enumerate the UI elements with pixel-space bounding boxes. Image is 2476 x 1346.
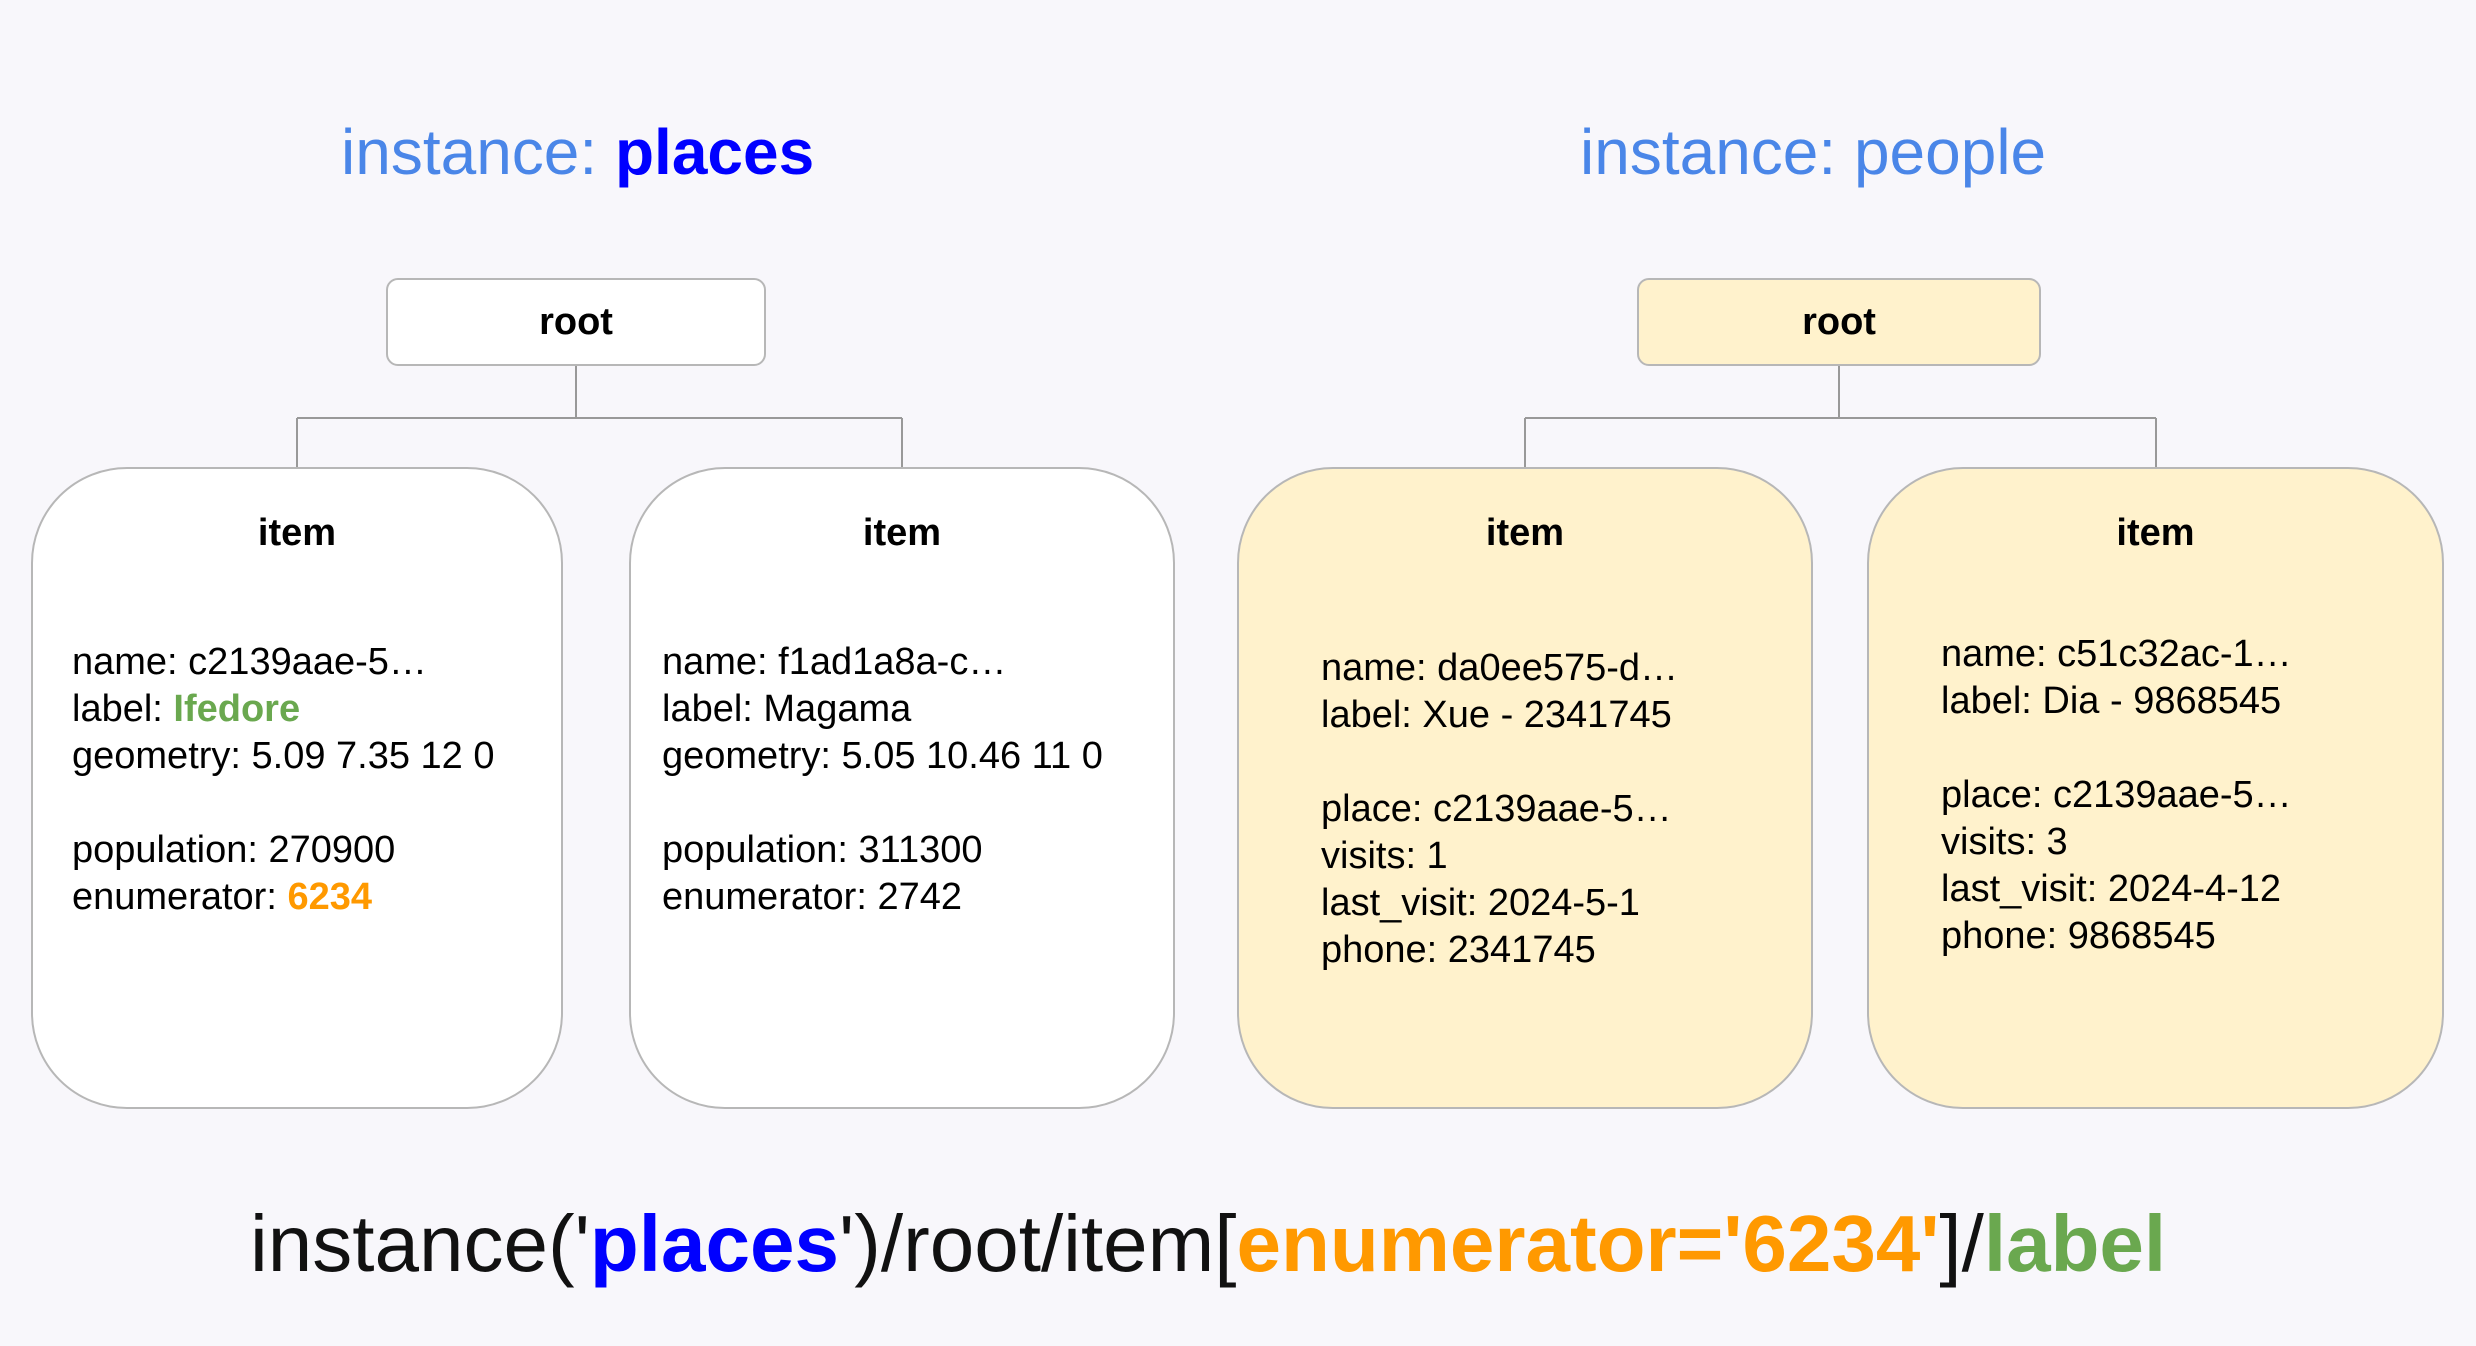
field-place: place: c2139aae-5… — [1321, 788, 1672, 830]
field-population: population: 311300 — [662, 829, 983, 871]
query-instance-name: places — [589, 1199, 839, 1288]
query-part-close: ]/ — [1939, 1199, 1984, 1288]
field-population: population: 270900 — [72, 829, 396, 871]
item-node-people-1: item name: da0ee575-d… label: Xue - 2341… — [1237, 467, 1813, 1109]
field-enumerator: enumerator: 6234 — [72, 874, 495, 921]
query-part-prefix: instance(' — [250, 1199, 590, 1288]
field-visits: visits: 3 — [1941, 821, 2068, 863]
field-last-visit: last_visit: 2024-5-1 — [1321, 882, 1640, 924]
field-name: name: c51c32ac-1… — [1941, 633, 2292, 675]
field-name: name: da0ee575-d… — [1321, 647, 1679, 689]
root-label: root — [1802, 300, 1876, 343]
field-last-visit: last_visit: 2024-4-12 — [1941, 868, 2282, 910]
field-geometry: geometry: 5.05 10.46 11 0 — [662, 735, 1103, 777]
field-label: label: Ifedore — [72, 686, 495, 733]
field-label-prefix: label: — [72, 688, 174, 730]
item-fields: name: c2139aae-5… label: Ifedore geometr… — [72, 639, 495, 921]
root-node-people: root — [1637, 278, 2041, 366]
root-node-places: root — [386, 278, 766, 366]
query-part-path: ')/root/item[ — [838, 1199, 1237, 1288]
item-title: item — [2116, 512, 2195, 554]
item-title: item — [862, 512, 942, 554]
item-node-places-1: item name: c2139aae-5… label: Ifedore ge… — [31, 467, 563, 1109]
item-fields: name: c51c32ac-1… label: Dia - 9868545 p… — [1941, 631, 2292, 960]
item-fields: name: f1ad1a8a-c… label: Magama geometry… — [662, 639, 1103, 921]
field-visits: visits: 1 — [1321, 835, 1448, 877]
field-phone: phone: 9868545 — [1941, 915, 2216, 957]
field-label: label: Xue - 2341745 — [1321, 694, 1672, 736]
item-title: item — [257, 512, 337, 554]
field-label: label: Magama — [662, 688, 912, 730]
item-fields: name: da0ee575-d… label: Xue - 2341745 p… — [1321, 645, 1678, 974]
field-name: name: c2139aae-5… — [72, 641, 427, 683]
field-label-value: Ifedore — [173, 688, 301, 730]
query-target: label — [1983, 1199, 2167, 1288]
xpath-query: instance('places')/root/item[enumerator=… — [250, 1188, 2166, 1300]
field-phone: phone: 2341745 — [1321, 929, 1596, 971]
field-enumerator: enumerator: 2742 — [662, 876, 962, 918]
query-predicate: enumerator='6234' — [1236, 1199, 1940, 1288]
field-name: name: f1ad1a8a-c… — [662, 641, 1007, 683]
field-label: label: Dia - 9868545 — [1941, 680, 2282, 722]
item-node-people-2: item name: c51c32ac-1… label: Dia - 9868… — [1867, 467, 2444, 1109]
item-title: item — [1485, 512, 1565, 554]
field-geometry: geometry: 5.09 7.35 12 0 — [72, 735, 495, 777]
field-enumerator-value: 6234 — [287, 876, 372, 918]
item-node-places-2: item name: f1ad1a8a-c… label: Magama geo… — [629, 467, 1175, 1109]
root-label: root — [539, 300, 613, 343]
field-place: place: c2139aae-5… — [1941, 774, 2292, 816]
field-enumerator-prefix: enumerator: — [72, 876, 288, 918]
